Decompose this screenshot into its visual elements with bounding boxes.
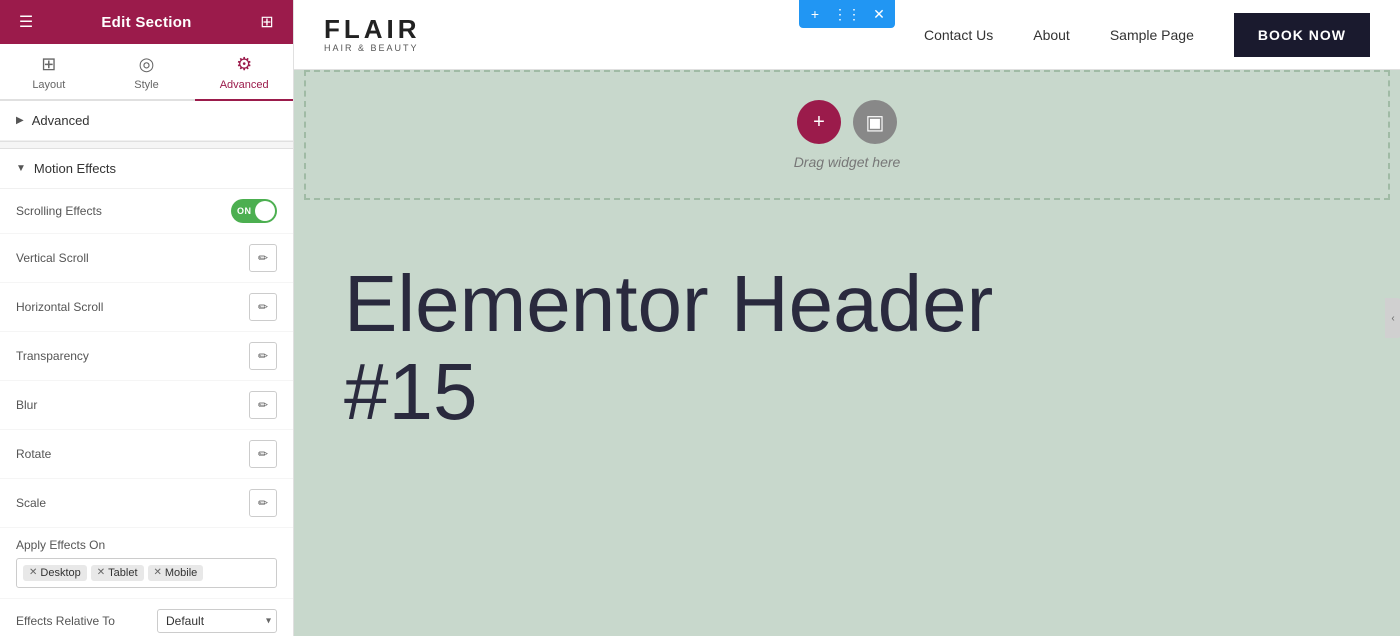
plus-icon: + bbox=[813, 111, 825, 134]
canvas-drag-btn[interactable]: ⋮⋮ bbox=[831, 0, 863, 28]
big-heading: Elementor Header #15 bbox=[344, 260, 1350, 436]
widget-add-folder-btn[interactable]: ▣ bbox=[853, 100, 897, 144]
horizontal-scroll-edit-btn[interactable]: ✏ bbox=[249, 293, 277, 321]
tag-mobile-remove[interactable]: ✕ bbox=[154, 568, 162, 578]
tag-desktop[interactable]: ✕ Desktop bbox=[23, 565, 87, 581]
vertical-scroll-edit-btn[interactable]: ✏ bbox=[249, 244, 277, 272]
nav-contact[interactable]: Contact Us bbox=[924, 27, 993, 43]
motion-effects-label: Motion Effects bbox=[34, 161, 116, 176]
horizontal-scroll-row: Horizontal Scroll ✏ bbox=[0, 283, 293, 332]
tab-advanced[interactable]: ⚙ Advanced bbox=[195, 44, 293, 101]
apply-effects-tags-input[interactable]: ✕ Desktop ✕ Tablet ✕ Mobile bbox=[16, 558, 277, 588]
toggle-on-text: ON bbox=[237, 206, 252, 216]
tab-style-label: Style bbox=[134, 79, 158, 91]
panel-header: ☰ Edit Section ⊞ bbox=[0, 0, 293, 44]
scrolling-effects-row: Scrolling Effects ON bbox=[0, 189, 293, 234]
scrolling-effects-label: Scrolling Effects bbox=[16, 204, 102, 218]
vertical-scroll-label: Vertical Scroll bbox=[16, 251, 89, 265]
layout-icon: ⊞ bbox=[41, 54, 56, 75]
scale-edit-btn[interactable]: ✏ bbox=[249, 489, 277, 517]
big-text-section: Elementor Header #15 bbox=[294, 200, 1400, 476]
transparency-label: Transparency bbox=[16, 349, 89, 363]
style-icon: ◎ bbox=[139, 54, 155, 75]
horizontal-scroll-label: Horizontal Scroll bbox=[16, 300, 103, 314]
section-divider bbox=[0, 141, 293, 149]
canvas-controls: + ⋮⋮ ✕ bbox=[799, 0, 895, 28]
advanced-section-label: Advanced bbox=[32, 113, 90, 128]
tab-layout[interactable]: ⊞ Layout bbox=[0, 44, 98, 101]
blur-row: Blur ✏ bbox=[0, 381, 293, 430]
tag-tablet-label: Tablet bbox=[108, 567, 137, 579]
effects-relative-select[interactable]: Default Viewport Page bbox=[157, 609, 277, 633]
scrolling-effects-toggle-wrap[interactable]: ON bbox=[231, 199, 277, 223]
tag-tablet[interactable]: ✕ Tablet bbox=[91, 565, 144, 581]
collapse-panel-btn[interactable]: ‹ bbox=[1385, 298, 1400, 338]
motion-effects-header[interactable]: ▼ Motion Effects bbox=[0, 149, 293, 189]
left-panel: ☰ Edit Section ⊞ ⊞ Layout ◎ Style ⚙ Adva… bbox=[0, 0, 294, 636]
tag-desktop-remove[interactable]: ✕ bbox=[29, 568, 37, 578]
vertical-scroll-row: Vertical Scroll ✏ bbox=[0, 234, 293, 283]
panel-header-title: Edit Section bbox=[101, 14, 191, 31]
panel-body: ▶ Advanced ▼ Motion Effects Scrolling Ef… bbox=[0, 101, 293, 636]
heading-line2: #15 bbox=[344, 347, 477, 436]
logo-subtitle: HAIR & BEAUTY bbox=[324, 44, 421, 53]
hamburger-icon[interactable]: ☰ bbox=[14, 10, 38, 34]
nav-sample[interactable]: Sample Page bbox=[1110, 27, 1194, 43]
canvas-close-btn[interactable]: ✕ bbox=[863, 0, 895, 28]
effects-relative-row: Effects Relative To Default Viewport Pag… bbox=[0, 599, 293, 636]
widget-add-plus-btn[interactable]: + bbox=[797, 100, 841, 144]
widget-add-btns: + ▣ bbox=[797, 100, 897, 144]
rotate-label: Rotate bbox=[16, 447, 51, 461]
scrolling-effects-toggle[interactable]: ON bbox=[231, 199, 277, 223]
tag-desktop-label: Desktop bbox=[40, 567, 80, 579]
scale-row: Scale ✏ bbox=[0, 479, 293, 528]
apply-effects-section: Apply Effects On ✕ Desktop ✕ Tablet ✕ Mo… bbox=[0, 528, 293, 599]
canvas-add-btn[interactable]: + bbox=[799, 0, 831, 28]
widget-area: + ▣ Drag widget here bbox=[304, 70, 1390, 200]
advanced-section-row[interactable]: ▶ Advanced bbox=[0, 101, 293, 141]
scale-label: Scale bbox=[16, 496, 46, 510]
tag-mobile-label: Mobile bbox=[165, 567, 197, 579]
drag-widget-text: Drag widget here bbox=[794, 154, 901, 170]
transparency-row: Transparency ✏ bbox=[0, 332, 293, 381]
canvas-top-bar: + ⋮⋮ ✕ bbox=[294, 0, 1400, 28]
tag-tablet-remove[interactable]: ✕ bbox=[97, 568, 105, 578]
effects-relative-label: Effects Relative To bbox=[16, 614, 115, 628]
heading-line1: Elementor Header bbox=[344, 259, 993, 348]
nav-about[interactable]: About bbox=[1033, 27, 1070, 43]
advanced-arrow: ▶ bbox=[16, 115, 24, 126]
advanced-icon: ⚙ bbox=[236, 54, 252, 75]
blur-label: Blur bbox=[16, 398, 37, 412]
transparency-edit-btn[interactable]: ✏ bbox=[249, 342, 277, 370]
grid-icon[interactable]: ⊞ bbox=[255, 10, 279, 34]
right-content: FLAIR HAIR & BEAUTY Contact Us About Sam… bbox=[294, 0, 1400, 636]
tag-mobile[interactable]: ✕ Mobile bbox=[148, 565, 204, 581]
apply-effects-label: Apply Effects On bbox=[16, 538, 277, 552]
tab-layout-label: Layout bbox=[32, 79, 65, 91]
rotate-edit-btn[interactable]: ✏ bbox=[249, 440, 277, 468]
rotate-row: Rotate ✏ bbox=[0, 430, 293, 479]
tab-advanced-label: Advanced bbox=[220, 79, 269, 91]
blur-edit-btn[interactable]: ✏ bbox=[249, 391, 277, 419]
folder-icon: ▣ bbox=[866, 110, 885, 135]
motion-effects-arrow: ▼ bbox=[16, 163, 26, 174]
effects-relative-select-wrap: Default Viewport Page ▾ bbox=[157, 609, 277, 633]
tab-style[interactable]: ◎ Style bbox=[98, 44, 196, 101]
panel-tabs: ⊞ Layout ◎ Style ⚙ Advanced bbox=[0, 44, 293, 101]
